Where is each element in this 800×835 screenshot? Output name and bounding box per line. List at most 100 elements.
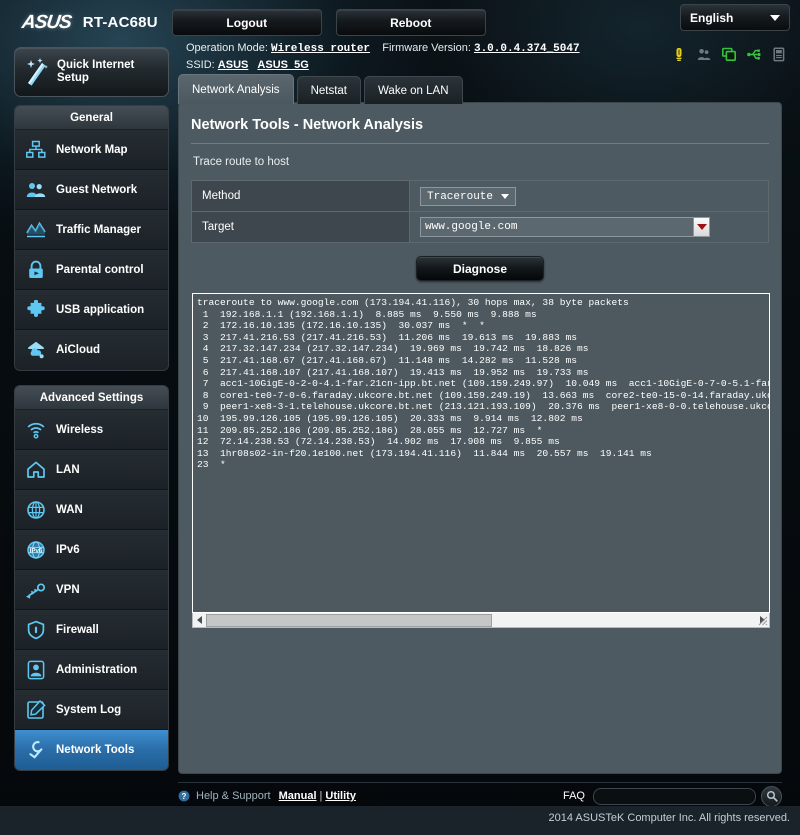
sidebar-item-label: Administration — [56, 663, 138, 676]
traceroute-horizontal-scrollbar[interactable] — [192, 613, 770, 628]
page-title: Network Tools - Network Analysis — [191, 117, 424, 133]
network-map-icon — [25, 139, 47, 161]
quick-internet-setup-button[interactable]: Quick Internet Setup — [14, 47, 169, 97]
faq-search-input[interactable] — [593, 787, 756, 805]
aicloud-icon — [25, 339, 47, 361]
sidebar-item-parental-control[interactable]: Parental control — [15, 250, 168, 290]
traceroute-output-box[interactable]: traceroute to www.google.com (173.194.41… — [192, 293, 770, 613]
sidebar-item-administration[interactable]: Administration — [15, 650, 168, 690]
sidebar-item-wireless[interactable]: Wireless — [15, 410, 168, 450]
administration-user-icon — [25, 659, 47, 681]
network-tools-wrench-icon — [25, 739, 47, 761]
sidebar-item-wan[interactable]: WAN — [15, 490, 168, 530]
wireless-signal-icon — [25, 419, 47, 441]
target-combobox — [420, 217, 710, 237]
logout-button[interactable]: Logout — [171, 9, 322, 36]
tab-wake-on-lan[interactable]: Wake on LAN — [364, 76, 463, 104]
tab-netstat[interactable]: Netstat — [296, 76, 361, 104]
sidebar-item-label: LAN — [56, 463, 80, 476]
sidebar-item-label: AiCloud — [56, 344, 101, 356]
sidebar-item-guest-network[interactable]: Guest Network — [15, 170, 168, 210]
sidebar-item-label: Guest Network — [56, 183, 138, 196]
scroll-left-arrow[interactable] — [193, 613, 206, 627]
usb-icon[interactable] — [747, 47, 761, 62]
operation-mode-value[interactable]: Wireless router — [271, 43, 370, 55]
notification-bulb-icon[interactable] — [672, 47, 686, 62]
scrollbar-thumb[interactable] — [206, 613, 492, 627]
sidebar-item-firewall[interactable]: Firewall — [15, 610, 168, 650]
method-select-value: Traceroute — [427, 190, 494, 203]
sidebar-item-network-map[interactable]: Network Map — [15, 130, 168, 170]
search-icon — [766, 790, 778, 802]
diagnose-button-row: Diagnose — [191, 243, 769, 293]
tab-bar: Network Analysis Netstat Wake on LAN — [178, 74, 463, 104]
method-select[interactable]: Traceroute — [420, 187, 517, 207]
sidebar-item-network-tools[interactable]: Network Tools — [15, 730, 168, 770]
sidebar: General Network Map Guest Network Traffi… — [14, 105, 169, 785]
sidebar-item-traffic-manager[interactable]: Traffic Manager — [15, 210, 168, 250]
magic-wand-icon — [27, 58, 48, 86]
sidebar-item-label: Wireless — [56, 423, 104, 436]
method-field-cell: Traceroute — [409, 180, 769, 212]
svg-text:?: ? — [182, 792, 187, 801]
parental-control-lock-icon — [25, 259, 47, 281]
content-panel-inner: Network Tools - Network Analysis Trace r… — [179, 103, 781, 628]
caret-down-red-icon — [696, 224, 707, 230]
users-icon[interactable] — [697, 47, 711, 62]
monitor-icon[interactable] — [722, 47, 736, 62]
tab-network-analysis[interactable]: Network Analysis — [178, 74, 294, 104]
chevron-down-icon — [770, 14, 780, 21]
sidebar-item-label: Parental control — [56, 263, 144, 276]
status-icon-group — [672, 47, 786, 62]
sidebar-item-label: USB application — [56, 303, 145, 316]
diagnose-button[interactable]: Diagnose — [416, 256, 544, 281]
sidebar-item-lan[interactable]: LAN — [15, 450, 168, 490]
top-bar: ASUS RT-AC68U Logout Reboot — [8, 5, 792, 40]
language-selector[interactable]: English — [680, 4, 790, 31]
target-label: Target — [191, 211, 410, 243]
sidebar-item-ipv6[interactable]: IPv6 IPv6 — [15, 530, 168, 570]
manual-link[interactable]: Manual — [279, 790, 317, 802]
sidebar-item-label: IPv6 — [56, 543, 80, 556]
traceroute-output-text: traceroute to www.google.com (173.194.41… — [197, 297, 769, 471]
language-selector-value: English — [690, 10, 734, 25]
printer-icon[interactable] — [772, 47, 786, 62]
sidebar-item-vpn[interactable]: VPN — [15, 570, 168, 610]
operation-mode-label: Operation Mode: — [186, 42, 268, 54]
sidebar-item-label: System Log — [56, 703, 122, 716]
diagnostic-form-table: Method Traceroute Target — [191, 180, 769, 243]
ipv6-globe-icon: IPv6 — [25, 539, 47, 561]
sidebar-item-aicloud[interactable]: AiCloud — [15, 330, 168, 370]
sidebar-item-label: Firewall — [56, 623, 99, 636]
scrollbar-track[interactable] — [206, 613, 756, 627]
lan-home-icon — [25, 459, 47, 481]
reboot-button[interactable]: Reboot — [335, 9, 486, 36]
copyright-text: 2014 ASUSTeK Computer Inc. All rights re… — [548, 812, 790, 824]
target-dropdown-button[interactable] — [693, 217, 710, 237]
firmware-value[interactable]: 3.0.0.4.374_5047 — [474, 43, 580, 55]
usb-application-puzzle-icon — [25, 299, 47, 321]
method-label: Method — [191, 180, 410, 212]
utility-link[interactable]: Utility — [325, 790, 356, 802]
sidebar-item-label: Traffic Manager — [56, 223, 141, 236]
target-field-cell — [409, 211, 769, 243]
sidebar-item-system-log[interactable]: System Log — [15, 690, 168, 730]
wan-globe-icon — [25, 499, 47, 521]
sidebar-advanced-block: Advanced Settings Wireless LAN WAN IPv6 … — [14, 385, 169, 771]
faq-search-button[interactable] — [761, 785, 782, 807]
sidebar-item-label: VPN — [56, 583, 80, 596]
content-panel: Network Tools - Network Analysis Trace r… — [178, 102, 782, 774]
ssid-5g-value[interactable]: ASUS_5G — [257, 59, 308, 71]
target-input[interactable] — [420, 217, 693, 237]
faq-label: FAQ — [562, 790, 585, 802]
resize-grip-icon[interactable] — [757, 615, 768, 626]
quick-internet-setup-label: Quick Internet Setup — [57, 59, 135, 84]
ssid-line: SSID: ASUS ASUS_5G — [186, 57, 656, 73]
triangle-left-icon — [197, 616, 202, 624]
router-model-name: RT-AC68U — [82, 14, 158, 31]
sidebar-item-usb-application[interactable]: USB application — [15, 290, 168, 330]
vpn-key-icon — [25, 579, 47, 601]
footer-divider — [178, 782, 782, 783]
ssid-24-value[interactable]: ASUS — [218, 59, 249, 71]
sidebar-item-label: Network Tools — [56, 744, 135, 756]
